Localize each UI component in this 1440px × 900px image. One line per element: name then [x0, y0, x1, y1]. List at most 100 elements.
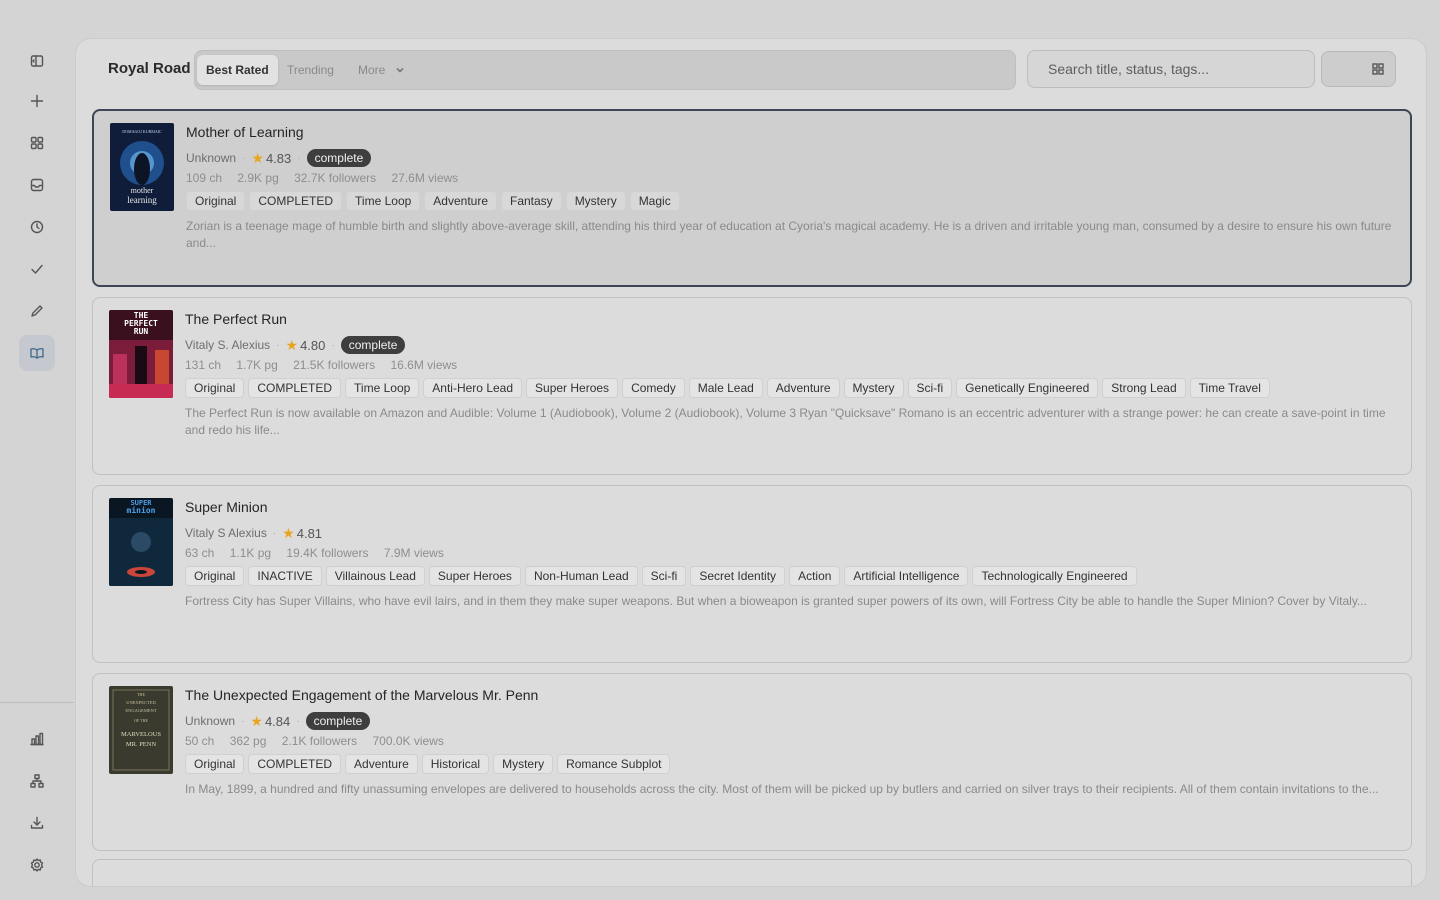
follower-count: 21.5K followers: [293, 358, 376, 372]
page-count: 362 pg: [229, 734, 267, 748]
chapter-count: 63 ch: [185, 546, 215, 560]
tag[interactable]: Original: [185, 378, 245, 398]
tag[interactable]: Time Loop: [346, 191, 421, 211]
cover-top-text: DOMAGOJ KURMAIC: [122, 129, 162, 134]
status-badge: complete: [340, 336, 406, 354]
tag[interactable]: Historical: [421, 754, 490, 774]
tag[interactable]: Super Heroes: [428, 566, 521, 586]
book-author: Unknown: [186, 151, 237, 165]
book-meta: Unknown · ★ 4.83 · complete: [186, 148, 372, 168]
hierarchy-icon[interactable]: [19, 763, 55, 799]
tab-trending[interactable]: Trending: [278, 55, 343, 85]
book-author: Vitaly S. Alexius: [185, 338, 271, 352]
tag[interactable]: Sci-fi: [907, 378, 953, 398]
cover-title-line: mother: [131, 186, 154, 195]
grid-icon[interactable]: [19, 125, 55, 161]
bar-chart-icon[interactable]: [19, 721, 55, 757]
tag[interactable]: Non-Human Lead: [524, 566, 638, 586]
separator-dot: ·: [296, 715, 300, 727]
book-author: Unknown: [185, 714, 236, 728]
book-author: Vitaly S Alexius: [185, 526, 267, 540]
check-icon[interactable]: [19, 251, 55, 287]
book-title[interactable]: Super Minion: [185, 499, 268, 515]
clock-icon[interactable]: [19, 209, 55, 245]
book-stats: 50 ch 362 pg 2.1K followers 700.0K views: [185, 734, 456, 748]
book-card-partial[interactable]: [92, 859, 1412, 886]
tag[interactable]: Secret Identity: [690, 566, 786, 586]
tag[interactable]: Magic: [629, 191, 680, 211]
download-icon[interactable]: [19, 805, 55, 841]
book-title[interactable]: The Unexpected Engagement of the Marvelo…: [185, 687, 538, 703]
tag[interactable]: Male Lead: [688, 378, 763, 398]
plus-icon[interactable]: [19, 83, 55, 119]
search-input[interactable]: [1027, 50, 1315, 88]
book-stats: 109 ch 2.9K pg 32.7K followers 27.6M vie…: [186, 171, 470, 185]
tag[interactable]: Villainous Lead: [325, 566, 425, 586]
tag[interactable]: Mystery: [843, 378, 904, 398]
tag[interactable]: COMPLETED: [248, 378, 342, 398]
gear-icon[interactable]: [19, 847, 55, 883]
tag[interactable]: Genetically Engineered: [956, 378, 1099, 398]
tag[interactable]: Original: [185, 566, 245, 586]
tag[interactable]: Adventure: [345, 754, 418, 774]
tag[interactable]: Original: [185, 754, 245, 774]
book-card[interactable]: DOMAGOJ KURMAIC mother learning Mother o…: [92, 109, 1412, 287]
tag[interactable]: Adventure: [424, 191, 497, 211]
cover-title-line: MR. PENN: [126, 741, 157, 748]
tag[interactable]: INACTIVE: [248, 566, 322, 586]
book-meta: Vitaly S Alexius · ★ 4.81: [185, 523, 322, 543]
cover-title-line: THE: [137, 692, 145, 697]
cover-title-line: MARVELOUS: [121, 731, 161, 738]
book-card[interactable]: SUPER minion Super Minion Vitaly S Alexi…: [92, 485, 1412, 663]
tag[interactable]: Strong Lead: [1102, 378, 1186, 398]
tag[interactable]: Technologically Engineered: [972, 566, 1137, 586]
view-count: 27.6M views: [391, 171, 459, 185]
view-toggle: [1321, 51, 1396, 87]
book-card[interactable]: THE PERFECT RUN The Perfect Run Vitaly S…: [92, 297, 1412, 475]
tag[interactable]: COMPLETED: [249, 191, 343, 211]
book-card[interactable]: THE UNEXPECTED ENGAGEMENT OF THE MARVELO…: [92, 673, 1412, 851]
book-title[interactable]: Mother of Learning: [186, 124, 304, 140]
panel-toggle-icon[interactable]: [19, 43, 55, 79]
book-rating: 4.84: [264, 713, 291, 729]
tag[interactable]: Mystery: [493, 754, 554, 774]
book-description: In May, 1899, a hundred and fifty unassu…: [185, 782, 1379, 796]
tag[interactable]: Original: [186, 191, 246, 211]
status-badge: complete: [306, 149, 372, 167]
tag[interactable]: COMPLETED: [248, 754, 342, 774]
star-icon: ★: [251, 149, 264, 166]
tag[interactable]: Fantasy: [501, 191, 562, 211]
tag[interactable]: Super Heroes: [526, 378, 619, 398]
tag[interactable]: Time Loop: [345, 378, 420, 398]
tab-more-label: More: [358, 63, 386, 77]
follower-count: 19.4K followers: [286, 546, 369, 560]
book-cover: SUPER minion: [109, 498, 173, 586]
cover-title-line: RUN: [134, 327, 149, 336]
tag[interactable]: Mystery: [565, 191, 626, 211]
tag[interactable]: Action: [789, 566, 841, 586]
tab-more[interactable]: More: [349, 55, 414, 85]
inbox-icon[interactable]: [19, 167, 55, 203]
tag[interactable]: Adventure: [766, 378, 840, 398]
chapter-count: 109 ch: [186, 171, 223, 185]
tag-list: Original COMPLETED Time Loop Anti-Hero L…: [185, 378, 1274, 398]
book-icon[interactable]: [19, 335, 55, 371]
book-stats: 131 ch 1.7K pg 21.5K followers 16.6M vie…: [185, 358, 469, 372]
book-title[interactable]: The Perfect Run: [185, 311, 287, 327]
tag-list: Original INACTIVE Villainous Lead Super …: [185, 566, 1141, 586]
grid-view-icon[interactable]: [1359, 52, 1395, 86]
cover-title-line: OF THE: [134, 718, 148, 723]
follower-count: 32.7K followers: [294, 171, 377, 185]
tag[interactable]: Comedy: [622, 378, 685, 398]
separator-dot: ·: [297, 152, 301, 164]
tag[interactable]: Time Travel: [1189, 378, 1270, 398]
tab-best-rated[interactable]: Best Rated: [197, 55, 278, 85]
book-cover: THE UNEXPECTED ENGAGEMENT OF THE MARVELO…: [109, 686, 173, 774]
tag[interactable]: Romance Subplot: [557, 754, 671, 774]
book-description: Fortress City has Super Villains, who ha…: [185, 594, 1367, 608]
tag[interactable]: Sci-fi: [641, 566, 687, 586]
tag[interactable]: Artificial Intelligence: [844, 566, 969, 586]
star-icon: ★: [285, 336, 299, 353]
pencil-icon[interactable]: [19, 293, 55, 329]
tag[interactable]: Anti-Hero Lead: [423, 378, 523, 398]
